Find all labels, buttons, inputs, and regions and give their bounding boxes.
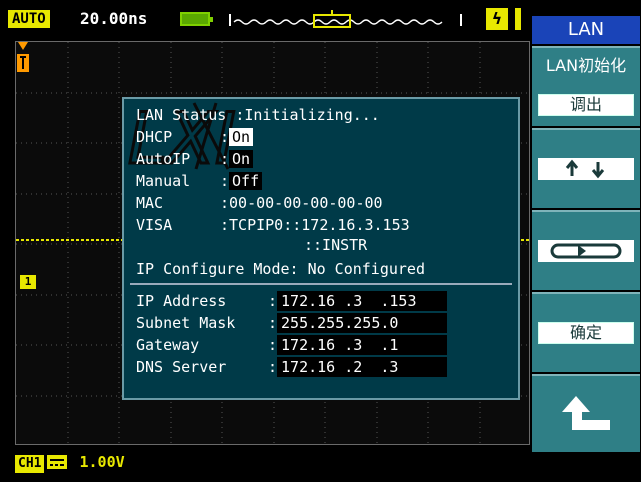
menu-item-toggle[interactable] — [532, 210, 640, 290]
trigger-position-marker — [17, 42, 29, 72]
dialog-divider — [130, 283, 512, 285]
run-mode-badge: AUTO — [8, 10, 50, 28]
autoip-toggle[interactable]: On — [229, 150, 254, 168]
trigger-level-indicator — [515, 8, 521, 30]
lan-init-label: LAN初始化 — [545, 56, 627, 75]
gateway-field[interactable]: 172.16 .3 .1 — [277, 335, 448, 355]
dns-server-row: DNS Server:172.16 .2 .3 — [136, 357, 448, 377]
ch1-status: CH1 1.00V — [15, 452, 125, 473]
dc-coupling-icon — [47, 455, 68, 469]
timebase-readout: 20.00ns — [80, 9, 148, 28]
trigger-edge-icon: ϟ — [486, 8, 508, 30]
ch1-offset-marker[interactable]: 1 — [20, 275, 36, 289]
dhcp-toggle[interactable]: On — [229, 128, 254, 146]
menu-item-select[interactable] — [532, 128, 640, 208]
visa-row: VISA:TCPIP0::172.16.3.153 — [136, 216, 410, 234]
lan-config-dialog: LXI LAN Status :Initializing... DHCP: On … — [122, 97, 520, 400]
mac-row: MAC:00-00-00-00-00-00 — [136, 194, 383, 212]
softkey-menu: LAN LAN初始化 调出 确定 — [530, 0, 641, 482]
waveform-display: 1 LXI LAN Status :Initializing... DHCP: O… — [15, 41, 531, 446]
menu-item-lan-init[interactable]: LAN初始化 调出 — [532, 46, 640, 126]
ch1-badge[interactable]: CH1 — [15, 455, 45, 473]
recall-button[interactable]: 调出 — [538, 94, 634, 116]
trigger-position-overview — [228, 10, 463, 30]
menu-item-return[interactable] — [532, 374, 640, 452]
return-arrow-icon[interactable] — [560, 394, 612, 434]
ip-config-mode-row: IP Configure Mode: No Configured — [136, 260, 425, 278]
memory-depth-icon — [180, 12, 213, 26]
lan-status-row: LAN Status :Initializing... — [136, 106, 380, 124]
toggle-arrows-icon[interactable] — [538, 240, 634, 262]
manual-row: Manual: Off — [136, 171, 263, 191]
ip-address-field[interactable]: 172.16 .3 .153 — [277, 291, 448, 311]
ch1-volts-per-div: 1.00V — [79, 453, 125, 471]
subnet-mask-field[interactable]: 255.255.255.0 — [277, 313, 448, 333]
up-down-arrows-icon[interactable] — [538, 158, 634, 180]
autoip-row: AutoIP: On — [136, 149, 254, 169]
confirm-button[interactable]: 确定 — [538, 322, 634, 344]
status-bar: AUTO 20.00ns ϟ — [0, 0, 530, 40]
menu-title: LAN — [532, 16, 640, 44]
visa-row-cont: ::INSTR — [304, 236, 368, 254]
dns-server-field[interactable]: 172.16 .2 .3 — [277, 357, 448, 377]
gateway-row: Gateway:172.16 .3 .1 — [136, 335, 448, 355]
ip-address-row: IP Address:172.16 .3 .153 — [136, 291, 448, 311]
dhcp-row: DHCP: On — [136, 127, 254, 147]
subnet-mask-row: Subnet Mask:255.255.255.0 — [136, 313, 448, 333]
menu-item-confirm[interactable]: 确定 — [532, 292, 640, 372]
manual-toggle[interactable]: Off — [229, 172, 263, 190]
